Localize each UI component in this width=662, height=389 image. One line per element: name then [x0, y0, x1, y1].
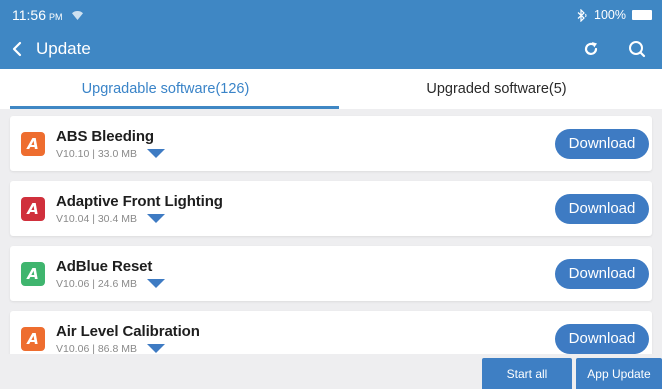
title-bar: Update	[0, 34, 662, 64]
app-update-button[interactable]: App Update	[576, 358, 662, 389]
back-arrow-icon	[12, 41, 22, 57]
app-info: Adaptive Front Lighting V10.04 | 30.4 MB	[56, 193, 223, 225]
app-name: Adaptive Front Lighting	[56, 192, 223, 210]
download-button[interactable]: Download	[555, 193, 649, 224]
chevron-down-icon	[146, 279, 165, 288]
status-time-group: 11:56 PM	[12, 7, 83, 23]
app-version-size: V10.04 | 30.4 MB	[56, 212, 137, 225]
status-ampm: PM	[49, 11, 63, 22]
software-list[interactable]: A ABS Bleeding V10.10 | 33.0 MB Download…	[0, 109, 662, 354]
wifi-icon	[71, 10, 83, 20]
page-title: Update	[36, 39, 91, 58]
refresh-button[interactable]	[574, 34, 608, 64]
expand-details-button[interactable]	[146, 279, 165, 288]
chevron-down-icon	[146, 149, 165, 158]
expand-details-button[interactable]	[146, 214, 165, 223]
tab-upgraded-software[interactable]: Upgraded software(5)	[331, 69, 662, 109]
app-version-size: V10.06 | 24.6 MB	[56, 277, 137, 290]
meta-row: V10.04 | 30.4 MB	[56, 213, 223, 225]
status-time: 11:56	[12, 7, 46, 23]
expand-details-button[interactable]	[146, 149, 165, 158]
start-all-button[interactable]: Start all	[482, 358, 572, 389]
app-info: Air Level Calibration V10.06 | 86.8 MB	[56, 323, 200, 355]
back-button[interactable]	[2, 34, 32, 64]
bluetooth-icon	[577, 8, 587, 22]
refresh-icon	[584, 42, 598, 55]
title-actions	[574, 34, 662, 64]
list-item: A Air Level Calibration V10.06 | 86.8 MB…	[10, 311, 652, 354]
download-button[interactable]: Download	[555, 258, 649, 289]
search-icon	[629, 41, 646, 58]
app-name: Air Level Calibration	[56, 322, 200, 340]
app-logo-icon: A	[21, 326, 45, 351]
app-logo-icon: A	[21, 261, 45, 286]
app-info: ABS Bleeding V10.10 | 33.0 MB	[56, 128, 165, 160]
chevron-down-icon	[146, 214, 165, 223]
expand-details-button[interactable]	[146, 344, 165, 353]
app-version-size: V10.10 | 33.0 MB	[56, 147, 137, 160]
app-header: 11:56 PM 100% Update	[0, 0, 662, 69]
tab-upgradable-software[interactable]: Upgradable software(126)	[0, 69, 339, 109]
search-button[interactable]	[620, 34, 654, 64]
app-logo-icon: A	[21, 131, 45, 156]
app-name: ABS Bleeding	[56, 127, 154, 145]
list-item: A AdBlue Reset V10.06 | 24.6 MB Download	[10, 246, 652, 301]
meta-row: V10.06 | 24.6 MB	[56, 278, 165, 290]
download-button[interactable]: Download	[555, 128, 649, 159]
bottom-action-bar: Start all App Update	[0, 354, 662, 389]
tab-bar: Upgradable software(126) Upgraded softwa…	[0, 69, 662, 109]
app-version-size: V10.06 | 86.8 MB	[56, 342, 137, 355]
list-item: A ABS Bleeding V10.10 | 33.0 MB Download	[10, 116, 652, 171]
meta-row: V10.06 | 86.8 MB	[56, 342, 200, 355]
list-item: A Adaptive Front Lighting V10.04 | 30.4 …	[10, 181, 652, 236]
status-right-group: 100%	[576, 8, 652, 22]
download-button[interactable]: Download	[555, 323, 649, 354]
app-info: AdBlue Reset V10.06 | 24.6 MB	[56, 258, 165, 290]
meta-row: V10.10 | 33.0 MB	[56, 148, 165, 160]
chevron-down-icon	[146, 344, 165, 353]
app-logo-icon: A	[21, 196, 45, 221]
app-name: AdBlue Reset	[56, 257, 153, 275]
battery-icon	[632, 10, 652, 20]
status-bar: 11:56 PM 100%	[0, 0, 662, 30]
battery-percent: 100%	[594, 8, 626, 22]
